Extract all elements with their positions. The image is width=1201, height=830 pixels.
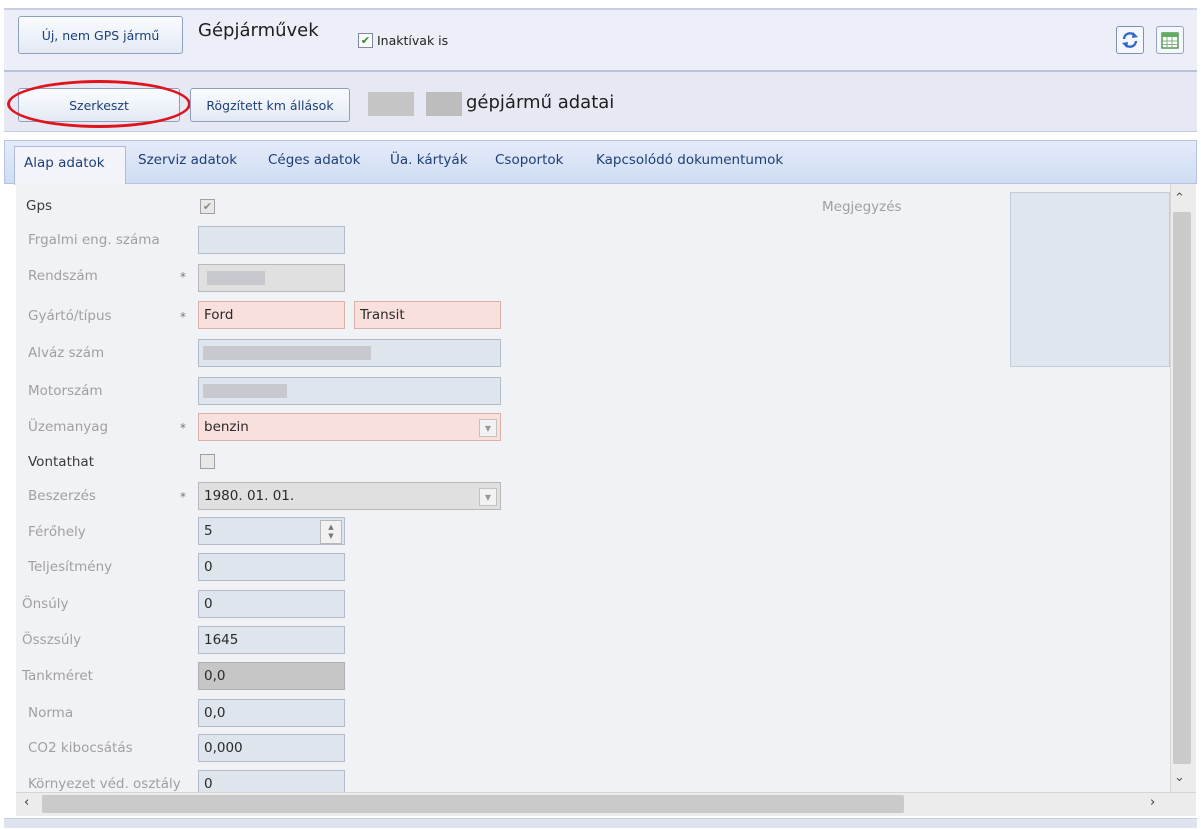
spinner-arrows-icon[interactable]: ▲ ▼ — [320, 520, 342, 544]
chevron-right-icon[interactable]: › — [1150, 795, 1155, 810]
chevron-down-icon[interactable]: ▼ — [479, 488, 497, 506]
check-icon: ✔ — [202, 200, 213, 213]
check-icon: ✔ — [360, 34, 371, 47]
note-label: Megjegyzés — [822, 199, 902, 215]
redacted-plate-block — [368, 92, 414, 116]
gross-weight-field[interactable]: 1645 — [198, 626, 345, 654]
redacted-value — [207, 271, 265, 285]
tank-size-label: Tankméret — [22, 668, 93, 684]
refresh-button[interactable] — [1116, 26, 1144, 54]
redacted-plate-block — [426, 92, 462, 116]
required-marker: * — [180, 310, 186, 324]
chevron-left-icon[interactable]: ‹ — [24, 795, 29, 810]
plate-field[interactable] — [198, 264, 345, 292]
purchase-date-value: 1980. 01. 01. — [204, 488, 295, 504]
form-area — [16, 184, 1170, 792]
chevron-up-icon[interactable]: ⌃ — [1174, 191, 1185, 206]
new-non-gps-vehicle-button[interactable]: Új, nem GPS jármű — [18, 16, 183, 54]
note-textarea[interactable] — [1010, 192, 1170, 367]
env-class-field[interactable]: 0 — [198, 770, 345, 792]
gps-checkbox[interactable]: ✔ — [200, 199, 215, 214]
make-field[interactable]: Ford — [198, 301, 345, 329]
required-marker: * — [180, 270, 186, 284]
fuel-value: benzin — [204, 419, 249, 435]
window-bottom-border — [4, 818, 1197, 828]
include-inactive-label: Inaktívak is — [377, 33, 449, 48]
co2-emission-label: CO2 kibocsátás — [28, 740, 133, 756]
power-label: Teljesítmény — [28, 559, 113, 575]
model-field[interactable]: Transit — [354, 301, 501, 329]
vehicle-details-heading: gépjármű adatai — [466, 92, 615, 113]
include-inactive-checkbox[interactable]: ✔ — [358, 33, 373, 48]
gps-label: Gps — [26, 198, 53, 214]
chassis-number-field[interactable] — [198, 339, 501, 367]
horizontal-scroll-thumb[interactable] — [42, 795, 904, 813]
registration-doc-label: Frgalmi eng. száma — [28, 232, 160, 248]
required-marker: * — [180, 490, 186, 504]
tab-groups[interactable]: Csoportok — [495, 152, 563, 168]
chevron-down-icon[interactable]: ⌄ — [1174, 770, 1185, 785]
tab-fuel-cards[interactable]: Üa. kártyák — [390, 152, 468, 168]
gross-weight-label: Összsúly — [22, 632, 82, 648]
vertical-scroll-thumb[interactable] — [1173, 212, 1191, 764]
excel-export-icon — [1161, 32, 1179, 49]
fuel-select[interactable]: benzin ▼ — [198, 413, 501, 441]
plate-label: Rendszám — [28, 268, 98, 284]
purchase-date-label: Beszerzés — [28, 488, 96, 504]
redacted-value — [203, 384, 287, 398]
excel-export-button[interactable] — [1156, 26, 1184, 54]
consumption-norm-label: Norma — [28, 705, 74, 721]
co2-emission-field[interactable]: 0,000 — [198, 734, 345, 762]
engine-number-label: Motorszám — [28, 383, 103, 399]
towing-checkbox[interactable] — [200, 454, 215, 469]
required-marker: * — [180, 421, 186, 435]
chevron-down-icon[interactable]: ▼ — [479, 419, 497, 437]
redacted-value — [203, 346, 371, 360]
power-field[interactable]: 0 — [198, 553, 345, 581]
engine-number-field[interactable] — [198, 377, 501, 405]
recorded-km-button[interactable]: Rögzített km állások — [190, 88, 350, 122]
chassis-number-label: Alváz szám — [28, 345, 105, 361]
refresh-icon — [1122, 32, 1138, 48]
page-title: Gépjárművek — [198, 20, 319, 41]
tab-service-data[interactable]: Szerviz adatok — [138, 152, 237, 168]
curb-weight-label: Önsúly — [22, 596, 69, 612]
tab-related-documents[interactable]: Kapcsolódó dokumentumok — [596, 152, 783, 168]
towing-label: Vontathat — [28, 454, 94, 470]
env-class-label: Környezet véd. osztály — [28, 776, 181, 792]
registration-doc-field[interactable] — [198, 226, 345, 254]
curb-weight-field[interactable]: 0 — [198, 590, 345, 618]
tab-company-data[interactable]: Céges adatok — [268, 152, 360, 168]
edit-button-highlight-ring — [7, 80, 191, 128]
seats-label: Férőhely — [28, 524, 86, 540]
fuel-label: Üzemanyag — [28, 419, 109, 435]
env-class-row: Környezet véd. osztály 0 — [16, 766, 376, 792]
tank-size-field[interactable]: 0,0 — [198, 662, 345, 690]
purchase-date-picker[interactable]: 1980. 01. 01. ▼ — [198, 482, 501, 510]
make-model-label: Gyártó/típus — [28, 308, 112, 324]
consumption-norm-field[interactable]: 0,0 — [198, 699, 345, 727]
seats-stepper[interactable]: 5 ▲ ▼ — [198, 517, 345, 545]
tab-basic-data[interactable]: Alap adatok — [24, 155, 105, 171]
seats-value: 5 — [204, 523, 213, 539]
